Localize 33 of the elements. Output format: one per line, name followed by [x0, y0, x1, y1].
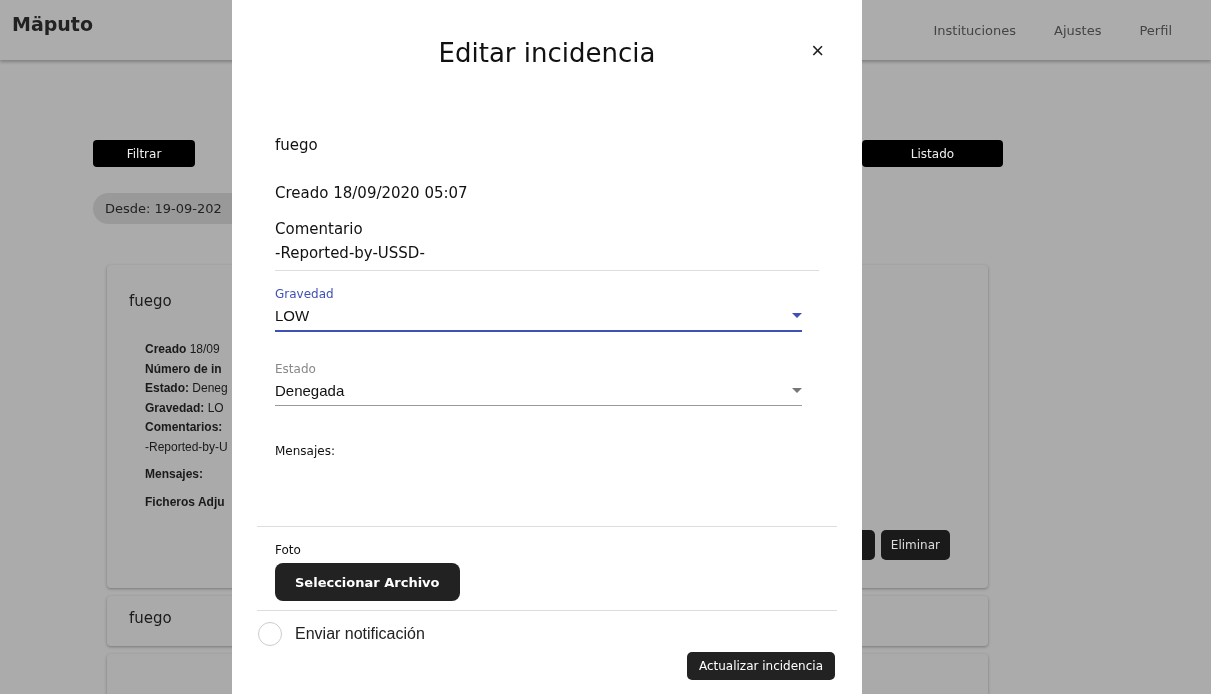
messages-label: Mensajes:: [275, 444, 336, 458]
update-button[interactable]: Actualizar incidencia: [686, 652, 835, 680]
select-file-button[interactable]: Seleccionar Archivo: [275, 563, 460, 601]
card-detail: Gravedad: LO: [145, 399, 224, 417]
card-title: fuego: [129, 292, 172, 310]
list-view-button[interactable]: Listado: [862, 140, 1003, 167]
card-detail: Mensajes:: [145, 466, 204, 483]
logo[interactable]: Mäputo: [12, 13, 93, 35]
nav-link[interactable]: Perfil: [1139, 22, 1172, 38]
card-detail: Número de in: [145, 360, 222, 378]
card-title: fuego: [129, 609, 172, 627]
comment-label: Comentario: [275, 220, 364, 238]
card-detail: Comentarios:: [145, 419, 223, 436]
nav-link[interactable]: Ajustes: [1054, 22, 1102, 38]
comment-text: -Reported-by-USSD-: [275, 244, 426, 262]
notify-label[interactable]: Enviar notificación: [295, 625, 425, 643]
select-field[interactable]: Estado Denegada: [275, 362, 802, 406]
notify-radio[interactable]: [258, 622, 282, 646]
nav-link[interactable]: Instituciones: [933, 22, 1017, 38]
incident-name: fuego: [275, 136, 319, 154]
select-field[interactable]: Gravedad LOW: [275, 287, 802, 332]
card-detail: Creado 18/09: [145, 341, 220, 358]
dialog-title: Editar incidencia: [438, 38, 656, 68]
dropdown-arrow-icon: [792, 313, 802, 318]
card-detail: Ficheros Adju: [145, 493, 225, 511]
delete-button[interactable]: Eliminar: [880, 530, 950, 560]
filter-button[interactable]: Filtrar: [93, 140, 195, 167]
close-button[interactable]: ×: [805, 37, 830, 65]
created-date: Creado 18/09/2020 05:07: [275, 184, 469, 202]
dropdown-arrow-icon: [792, 388, 802, 393]
card-detail: Estado: Deneg: [145, 380, 228, 397]
photo-label: Foto: [275, 543, 302, 557]
card-detail: -Reported-by-U: [145, 438, 228, 456]
